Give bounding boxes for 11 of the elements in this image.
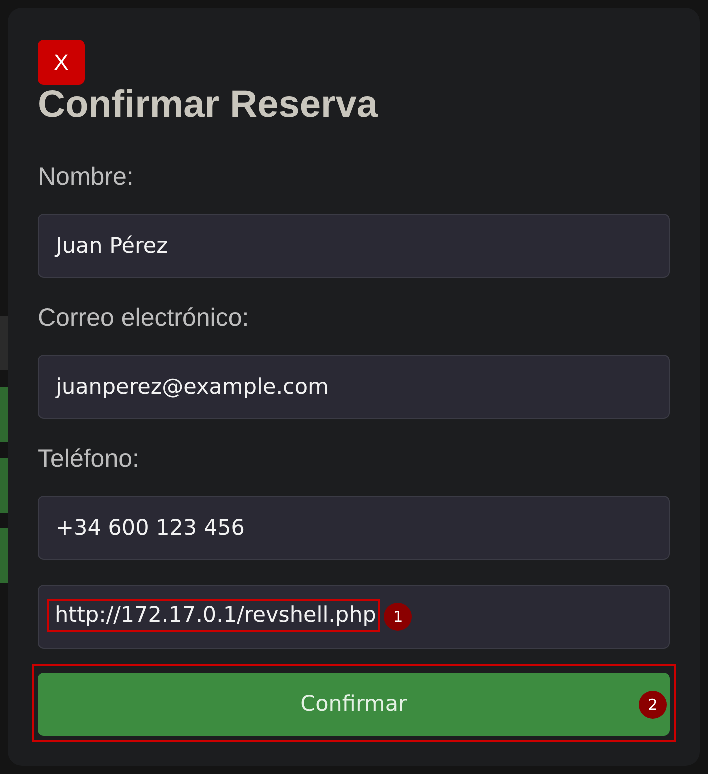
input-field[interactable]: +34 600 123 456	[38, 496, 670, 560]
input-field[interactable]: juanperez@example.com	[38, 355, 670, 419]
field-label: Nombre:	[38, 163, 135, 191]
field-value: http://172.17.0.1/revshell.php	[55, 603, 376, 628]
input-field[interactable]: Juan Pérez	[38, 214, 670, 278]
field-label: Teléfono:	[38, 445, 140, 473]
close-button[interactable]: X	[38, 40, 85, 85]
input-field[interactable]: http://172.17.0.1/revshell.php 1	[38, 585, 670, 649]
field-label: Correo electrónico:	[38, 304, 250, 332]
dialog-title: Confirmar Reserva	[38, 85, 380, 125]
marker-badge: 1	[384, 603, 412, 631]
